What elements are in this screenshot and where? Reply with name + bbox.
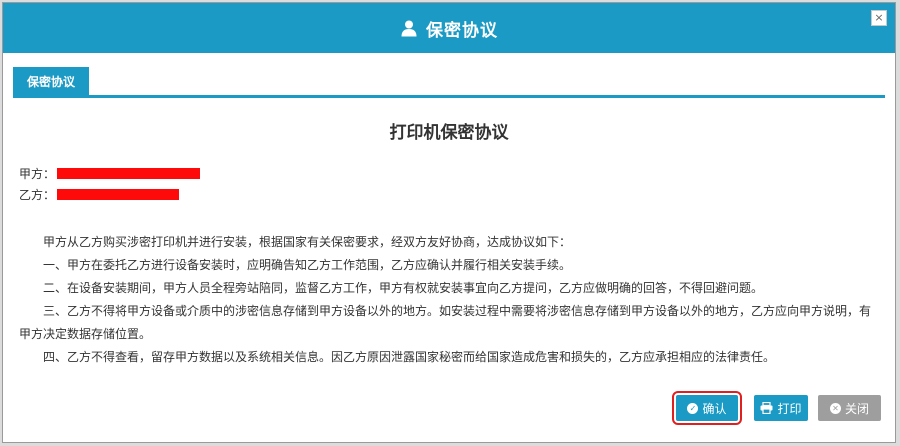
- agreement-paragraph: 四、乙方不得查看，留存甲方数据以及系统相关信息。因乙方原因泄露国家秘密而给国家造…: [43, 350, 776, 364]
- document-title: 打印机保密协议: [389, 123, 509, 143]
- party-b-line: 乙方：: [19, 186, 180, 203]
- tab-confidentiality-agreement[interactable]: 保密协议: [13, 67, 89, 95]
- confirm-button[interactable]: ✓ 确认: [672, 391, 742, 425]
- agreement-paragraph: 三、乙方不得将甲方设备或介质中的涉密信息存储到甲方设备以外的地方。如安装过程中需…: [19, 304, 872, 341]
- redaction-bar: [57, 168, 201, 179]
- close-button[interactable]: ✕ 关闭: [818, 395, 881, 421]
- close-circle-icon: ✕: [829, 402, 841, 414]
- tab-bar: 保密协议: [13, 65, 885, 98]
- confidentiality-dialog: 保密协议 × 保密协议 打印机保密协议 甲方： 乙方： 甲方从乙方购买涉密打印机…: [2, 2, 896, 443]
- check-circle-icon: ✓: [687, 402, 699, 414]
- agreement-paragraph: 二、在设备安装期间，甲方人员全程旁站陪同，监督乙方工作，甲方有权就安装事宜向乙方…: [43, 281, 764, 295]
- confirm-label: 确认: [702, 401, 727, 416]
- agreement-paragraph: 甲方从乙方购买涉密打印机并进行安装，根据国家有关保密要求，经双方友好协商，达成协…: [43, 235, 572, 249]
- agreement-paragraph: 一、甲方在委托乙方进行设备安装时，应明确告知乙方工作范围，乙方应确认并履行相关安…: [43, 258, 572, 272]
- redaction-bar: [57, 189, 180, 200]
- print-button[interactable]: 打印: [754, 395, 808, 421]
- close-icon[interactable]: ×: [871, 10, 887, 26]
- user-icon: [401, 20, 417, 37]
- dialog-title: 保密协议: [426, 20, 498, 41]
- print-label: 打印: [777, 401, 802, 416]
- agreement-body: 甲方从乙方购买涉密打印机并进行安装，根据国家有关保密要求，经双方友好协商，达成协…: [19, 231, 879, 369]
- party-a-label: 甲方：: [19, 167, 56, 181]
- dialog-title-group: 保密协议: [400, 16, 498, 41]
- close-label: 关闭: [844, 401, 869, 416]
- party-b-label: 乙方：: [19, 188, 56, 202]
- dialog-titlebar: 保密协议 ×: [3, 3, 895, 53]
- party-a-line: 甲方：: [19, 165, 201, 182]
- printer-icon: [760, 402, 773, 414]
